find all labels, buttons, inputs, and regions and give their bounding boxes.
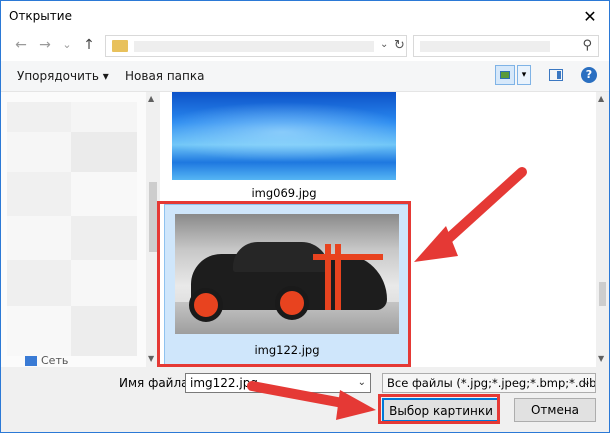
back-arrow-icon[interactable]: ← (13, 37, 29, 53)
title-bar: Открытие ✕ (1, 1, 609, 31)
cancel-button[interactable]: Отмена (514, 398, 596, 422)
nav-item-blurred[interactable] (7, 260, 71, 306)
wave-decoration (172, 102, 396, 162)
file-thumbnail[interactable] (172, 92, 396, 180)
nav-item-blurred[interactable] (71, 172, 137, 216)
nav-item-blurred[interactable] (7, 132, 71, 172)
filetype-value: Все файлы (*.jpg;*.jpeg;*.bmp;*.dib;*.p (387, 376, 596, 390)
open-button-highlight (378, 394, 500, 424)
network-icon (25, 356, 37, 366)
close-icon[interactable]: ✕ (579, 5, 601, 27)
scroll-up-icon[interactable]: ▲ (148, 94, 154, 103)
search-icon[interactable]: ⚲ (582, 38, 592, 53)
scroll-down-icon[interactable]: ▼ (598, 354, 604, 363)
nav-item-network-label[interactable]: Сеть (41, 354, 68, 367)
nav-item-blurred[interactable] (71, 260, 137, 306)
search-input[interactable]: ⚲ (413, 35, 599, 57)
search-placeholder-blurred (420, 41, 550, 52)
filename-value: img122.jpg (190, 376, 258, 390)
address-bar[interactable]: ⌄ ↻ (105, 35, 407, 57)
change-view-button[interactable] (495, 65, 515, 85)
navigation-pane: Сеть (1, 92, 146, 367)
organize-button[interactable]: Упорядочить ▾ (17, 69, 109, 83)
filename-input[interactable]: img122.jpg ⌄ (185, 373, 371, 393)
scroll-up-icon[interactable]: ▲ (598, 94, 604, 103)
filename-label: Имя файла: (119, 376, 193, 390)
selected-file-highlight (157, 201, 411, 367)
scrollbar-thumb[interactable] (149, 182, 157, 252)
nav-item-blurred[interactable] (71, 132, 137, 172)
nav-item-blurred[interactable] (7, 216, 71, 260)
filetype-select[interactable]: Все файлы (*.jpg;*.jpeg;*.bmp;*.dib;*.p … (382, 373, 596, 393)
command-bar: Упорядочить ▾ Новая папка ▾ ? (1, 61, 609, 92)
dialog-footer: Имя файла: img122.jpg ⌄ Все файлы (*.jpg… (1, 367, 609, 432)
preview-pane-icon[interactable] (549, 69, 563, 81)
view-dropdown-button[interactable]: ▾ (517, 65, 531, 85)
new-folder-button[interactable]: Новая папка (125, 69, 204, 83)
nav-item-blurred[interactable] (7, 172, 71, 216)
scrollbar-thumb[interactable] (599, 282, 606, 306)
nav-item-blurred[interactable] (7, 102, 71, 132)
nav-item-blurred[interactable] (71, 306, 137, 356)
view-icon (500, 71, 510, 79)
address-path-blurred (134, 41, 374, 52)
recent-locations-icon[interactable]: ⌄ (59, 37, 75, 53)
refresh-icon[interactable]: ↻ (394, 38, 405, 53)
nav-item-blurred[interactable] (71, 216, 137, 260)
help-icon[interactable]: ? (581, 67, 597, 83)
nav-item-blurred[interactable] (71, 102, 137, 132)
file-list-scrollbar[interactable]: ▲ ▼ (596, 92, 609, 367)
window-title: Открытие (9, 9, 72, 23)
address-dropdown-icon[interactable]: ⌄ (380, 39, 388, 50)
file-name-label[interactable]: img069.jpg (172, 186, 396, 200)
folder-icon (112, 40, 128, 52)
forward-arrow-icon[interactable]: → (37, 37, 53, 53)
up-arrow-icon[interactable]: ↑ (81, 37, 97, 53)
scroll-down-icon[interactable]: ▼ (148, 354, 154, 363)
navigation-bar: ← → ⌄ ↑ ⌄ ↻ ⚲ (1, 31, 609, 61)
chevron-down-icon[interactable]: ⌄ (358, 377, 366, 388)
nav-item-blurred[interactable] (7, 306, 71, 356)
chevron-down-icon[interactable]: ⌄ (583, 377, 591, 388)
